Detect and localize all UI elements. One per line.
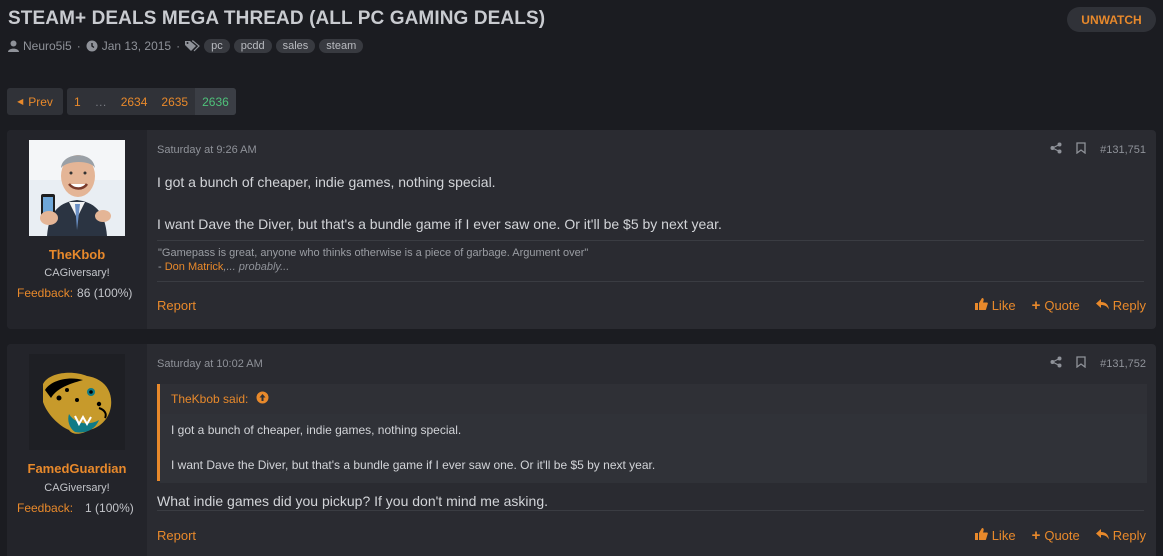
post-tools: #131,752 [1050, 356, 1146, 371]
share-icon[interactable] [1050, 142, 1062, 157]
feedback-value: 1 (100%) [85, 501, 134, 515]
quote-label: Quote [1044, 528, 1080, 543]
share-icon[interactable] [1050, 356, 1062, 371]
like-button[interactable]: Like [974, 528, 1016, 543]
post-date[interactable]: Saturday at 10:02 AM [157, 358, 263, 370]
tag-pc[interactable]: pc [204, 39, 230, 53]
plus-icon: + [1031, 526, 1041, 544]
reply-icon [1095, 528, 1109, 543]
post-footer: Report Like + Quote Reply [157, 526, 1146, 544]
user-icon [8, 40, 19, 52]
post: TheKbob CAGiversary! Feedback: 86 (100%) … [7, 130, 1156, 329]
report-button[interactable]: Report [157, 528, 196, 543]
page-link[interactable]: 2634 [114, 88, 155, 115]
like-label: Like [991, 528, 1016, 543]
quote-header[interactable]: TheKbob said: [160, 384, 1147, 414]
like-button[interactable]: Like [974, 298, 1016, 313]
post-body: What indie games did you pickup? If you … [157, 492, 1144, 510]
tag-sales[interactable]: sales [275, 39, 316, 53]
reply-label: Reply [1112, 298, 1146, 313]
post-number[interactable]: #131,752 [1100, 358, 1146, 370]
page-ellipsis[interactable]: … [88, 88, 114, 115]
thumbs-up-icon [974, 298, 988, 313]
post-line: I want Dave the Diver, but that's a bund… [157, 216, 722, 232]
page-link[interactable]: 2635 [154, 88, 195, 115]
post-line: I got a bunch of cheaper, indie games, n… [157, 174, 496, 190]
user-title: CAGiversary! [44, 482, 110, 494]
post-actions: Like + Quote Reply [974, 296, 1146, 314]
thread-date[interactable]: Jan 13, 2015 [102, 39, 171, 53]
thread-author[interactable]: Neuro5i5 [23, 39, 72, 53]
meta-separator: · [76, 39, 81, 53]
quote-line: I want Dave the Diver, but that's a bund… [171, 458, 656, 472]
user-panel: FamedGuardian CAGiversary! Feedback: 1 (1… [7, 344, 147, 556]
page-list: 1 … 2634 2635 2636 [67, 88, 236, 115]
quote-label: Quote [1044, 298, 1080, 313]
report-button[interactable]: Report [157, 298, 196, 313]
avatar[interactable] [29, 354, 125, 450]
post: FamedGuardian CAGiversary! Feedback: 1 (1… [7, 344, 1156, 556]
bookmark-icon[interactable] [1076, 356, 1086, 371]
page-current[interactable]: 2636 [195, 88, 236, 115]
signature-suffix: ,... probably... [223, 261, 290, 273]
reply-button[interactable]: Reply [1095, 298, 1146, 313]
tag-steam[interactable]: steam [319, 39, 364, 53]
quote-body: I got a bunch of cheaper, indie games, n… [160, 414, 1147, 483]
post-number[interactable]: #131,751 [1100, 144, 1146, 156]
signature-quote: "Gamepass is great, anyone who thinks ot… [158, 247, 589, 259]
post-line: What indie games did you pickup? If you … [157, 493, 548, 509]
feedback-label[interactable]: Feedback: [17, 286, 73, 300]
user-feedback: Feedback: 1 (100%) [17, 501, 134, 515]
user-panel: TheKbob CAGiversary! Feedback: 86 (100%) [7, 130, 147, 329]
reply-button[interactable]: Reply [1095, 528, 1146, 543]
post-body: I got a bunch of cheaper, indie games, n… [157, 173, 1144, 233]
quote-block: TheKbob said: I got a bunch of cheaper, … [157, 384, 1147, 483]
signature-attribution: - Don Matrick,... probably... [158, 261, 1144, 273]
quote-line: I got a bunch of cheaper, indie games, n… [171, 423, 462, 437]
thread-title: STEAM+ DEALS MEGA THREAD (ALL PC GAMING … [8, 8, 546, 29]
prev-page-button[interactable]: ◀ Prev [7, 88, 63, 115]
signature-prefix: - [158, 261, 165, 273]
quote-button[interactable]: + Quote [1031, 526, 1080, 544]
plus-icon: + [1031, 296, 1041, 314]
user-feedback: Feedback: 86 (100%) [17, 286, 132, 300]
signature: "Gamepass is great, anyone who thinks ot… [157, 240, 1144, 282]
caret-left-icon: ◀ [17, 97, 24, 106]
clock-icon [86, 40, 98, 52]
thumbs-up-icon [974, 528, 988, 543]
feedback-label[interactable]: Feedback: [17, 501, 73, 515]
page-link[interactable]: 1 [67, 88, 88, 115]
signature-name: Don Matrick [164, 261, 224, 273]
unwatch-button[interactable]: UNWATCH [1067, 7, 1156, 32]
meta-separator: · [176, 39, 181, 53]
avatar[interactable] [29, 140, 125, 236]
bookmark-icon[interactable] [1076, 142, 1086, 157]
username[interactable]: TheKbob [7, 247, 147, 262]
reply-icon [1095, 298, 1109, 313]
post-date[interactable]: Saturday at 9:26 AM [157, 144, 257, 156]
quote-button[interactable]: + Quote [1031, 296, 1080, 314]
pagination: ◀ Prev 1 … 2634 2635 2636 [7, 88, 236, 115]
tags-icon [185, 40, 200, 52]
post-footer: Report Like + Quote Reply [157, 296, 1146, 314]
username[interactable]: FamedGuardian [7, 461, 147, 476]
post-divider [157, 510, 1144, 511]
tag-pcdd[interactable]: pcdd [233, 39, 272, 53]
feedback-value: 86 (100%) [77, 286, 133, 300]
prev-label: Prev [28, 94, 53, 109]
like-label: Like [991, 298, 1016, 313]
thread-meta: Neuro5i5 · Jan 13, 2015 · pc pcdd sales … [8, 38, 367, 54]
user-title: CAGiversary! [44, 267, 110, 279]
post-tools: #131,751 [1050, 142, 1146, 157]
arrow-up-circle-icon[interactable] [256, 391, 269, 407]
quote-author: TheKbob said: [171, 392, 249, 406]
post-actions: Like + Quote Reply [974, 526, 1146, 544]
reply-label: Reply [1112, 528, 1146, 543]
